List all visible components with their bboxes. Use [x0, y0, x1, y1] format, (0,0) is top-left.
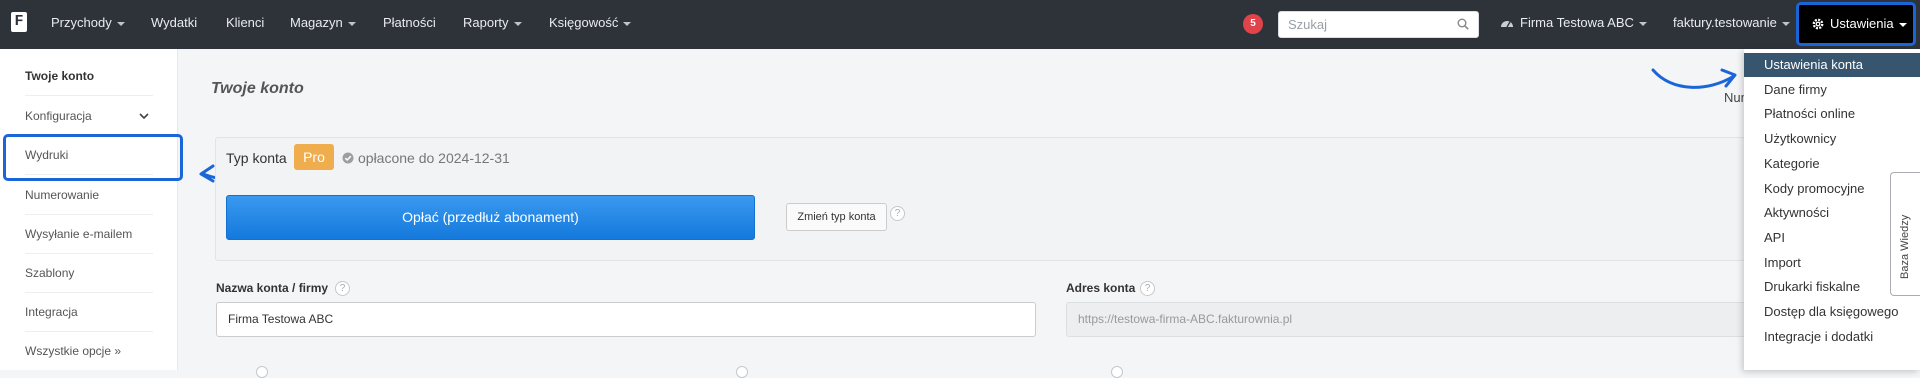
sidebar-item-label: Szablony	[25, 266, 75, 280]
company-name: Firma Testowa ABC	[1520, 15, 1634, 30]
caret-down-icon	[623, 21, 632, 26]
nav-label: Wydatki	[151, 15, 198, 30]
sidebar-item-wszystkie-opcje[interactable]: Wszystkie opcje »	[25, 332, 153, 371]
nav-raporty[interactable]: Raporty	[463, 0, 522, 49]
account-address-label: Adres konta	[1066, 281, 1135, 295]
caret-down-icon	[1781, 21, 1790, 26]
nav-platnosci[interactable]: Płatności	[383, 0, 436, 49]
account-address-label-text: Adres konta	[1066, 281, 1136, 295]
search-box	[1278, 11, 1479, 38]
caret-down-icon	[116, 21, 125, 26]
menu-item-platnosci-online[interactable]: Płatności online	[1744, 102, 1920, 126]
help-icon[interactable]	[736, 366, 748, 378]
help-icon[interactable]	[1111, 366, 1123, 378]
nav-label: Przychody	[51, 15, 112, 30]
chevron-down-icon	[139, 113, 149, 120]
nav-label: Płatności	[383, 15, 436, 30]
sidebar-item-label: Wszystkie opcje »	[25, 344, 122, 358]
search-icon[interactable]	[1457, 18, 1469, 30]
top-navbar: F Przychody Wydatki Klienci Magazyn Płat…	[0, 0, 1920, 49]
dashboard-icon	[1501, 20, 1513, 27]
sidebar-item-wysylanie[interactable]: Wysyłanie e-mailem	[25, 215, 153, 254]
knowledge-base-tab[interactable]: Baza Wiedzy	[1890, 172, 1920, 296]
change-account-type-button[interactable]: Zmień typ konta	[786, 203, 887, 231]
nav-label: Magazyn	[290, 15, 343, 30]
gear-icon	[1812, 18, 1824, 29]
help-icon[interactable]	[256, 366, 268, 378]
sidebar-item-label: Konfiguracja	[25, 109, 92, 123]
plan-badge: Pro	[294, 144, 334, 170]
user-menu[interactable]: faktury.testowanie	[1673, 0, 1790, 49]
menu-item-dostep-dla-ksiegowego[interactable]: Dostęp dla księgowego	[1744, 300, 1920, 324]
caret-down-icon	[1898, 22, 1907, 27]
sidebar-item-label: Numerowanie	[25, 188, 100, 202]
account-name-field[interactable]: Firma Testowa ABC	[216, 302, 1036, 337]
account-type-label: Typ konta	[226, 150, 287, 166]
sidebar-item-label: Twoje konto	[25, 69, 95, 83]
account-name-label: Nazwa konta / firmy	[216, 281, 328, 295]
help-icon[interactable]: ?	[335, 281, 350, 296]
settings-label: Ustawienia	[1830, 16, 1894, 31]
nav-przychody[interactable]: Przychody	[51, 0, 125, 49]
settings-sidebar: Twoje konto Konfiguracja Wydruki Numerow…	[0, 49, 178, 370]
menu-item-integracje-i-dodatki[interactable]: Integracje i dodatki	[1744, 325, 1920, 349]
nav-label: Raporty	[463, 15, 509, 30]
search-input[interactable]	[1279, 12, 1449, 37]
nav-label: Księgowość	[549, 15, 619, 30]
knowledge-base-label: Baza Wiedzy	[1899, 214, 1911, 279]
settings-menu-button[interactable]: Ustawienia	[1796, 2, 1916, 46]
nav-klienci[interactable]: Klienci	[226, 0, 264, 49]
nav-label: Klienci	[226, 15, 265, 30]
menu-item-dane-firmy[interactable]: Dane firmy	[1744, 78, 1920, 102]
menu-item-uzytkownicy[interactable]: Użytkownicy	[1744, 127, 1920, 151]
caret-down-icon	[347, 21, 356, 26]
company-switcher[interactable]: Firma Testowa ABC	[1500, 0, 1647, 49]
nav-wydatki[interactable]: Wydatki	[151, 0, 197, 49]
highlight-box-wydruki	[3, 134, 183, 181]
pay-subscription-button[interactable]: Opłać (przedłuż abonament)	[226, 195, 755, 240]
sidebar-item-twoje-konto[interactable]: Twoje konto	[25, 57, 153, 96]
page-title: Twoje konto	[211, 80, 304, 97]
sidebar-item-label: Wysyłanie e-mailem	[25, 227, 133, 241]
account-name-label-text: Nazwa konta / firmy	[216, 281, 329, 295]
paid-until-text: opłacone do 2024-12-31	[358, 150, 510, 166]
check-circle-icon	[342, 152, 354, 164]
sidebar-item-integracja[interactable]: Integracja	[25, 293, 153, 332]
nav-magazyn[interactable]: Magazyn	[290, 0, 356, 49]
help-icon[interactable]: ?	[1140, 281, 1155, 296]
caret-down-icon	[1638, 21, 1647, 26]
app-logo[interactable]: F	[11, 12, 27, 32]
sidebar-item-label: Integracja	[25, 305, 78, 319]
help-icon[interactable]: ?	[890, 206, 905, 221]
sidebar-item-konfiguracja[interactable]: Konfiguracja	[25, 97, 153, 136]
nav-ksiegowosc[interactable]: Księgowość	[549, 0, 632, 49]
sidebar-item-numerowanie[interactable]: Numerowanie	[25, 176, 153, 215]
caret-down-icon	[513, 21, 522, 26]
paid-until-status: opłacone do 2024-12-31	[342, 150, 510, 166]
account-address-field: https://testowa-firma-ABC.fakturownia.pl	[1066, 302, 1746, 337]
menu-item-ustawienia-konta[interactable]: Ustawienia konta	[1744, 53, 1920, 77]
annotation-arrow-right	[1651, 68, 1737, 89]
notification-badge[interactable]: 5	[1243, 14, 1263, 34]
sidebar-item-szablony[interactable]: Szablony	[25, 254, 153, 293]
user-name: faktury.testowanie	[1673, 15, 1777, 30]
